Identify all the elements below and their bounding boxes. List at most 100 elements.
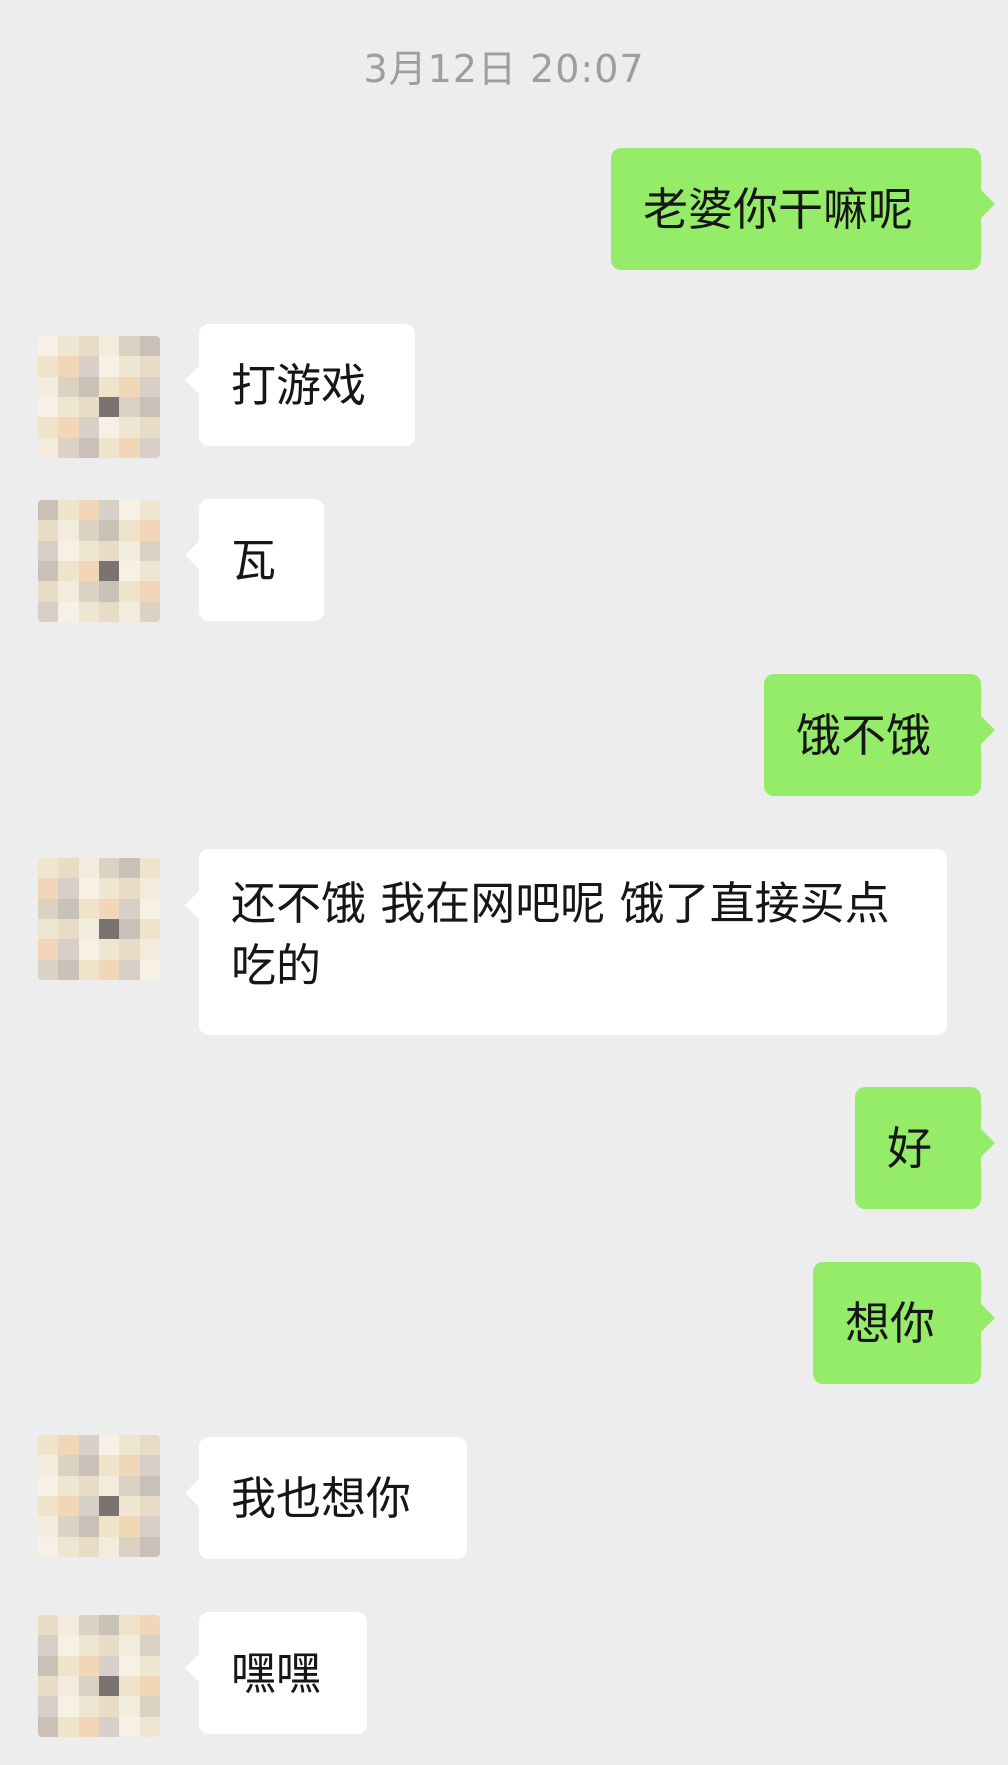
avatar-pixel	[99, 1716, 120, 1737]
avatar-pixel	[78, 581, 99, 602]
avatar-pixel	[78, 1475, 99, 1496]
avatar-pixel	[119, 500, 140, 521]
avatar-pixel	[119, 1716, 140, 1737]
chat-timestamp: 3月12日 20:07	[363, 47, 645, 91]
message-bubble-received[interactable]: 打游戏	[185, 324, 415, 446]
avatar-pixel	[119, 898, 140, 919]
avatar-pixel	[58, 520, 79, 541]
avatar[interactable]	[38, 1615, 160, 1737]
avatar-pixel	[58, 858, 79, 879]
avatar[interactable]	[38, 858, 160, 980]
avatar-pixel	[78, 878, 99, 899]
avatar-pixel	[139, 500, 160, 521]
avatar[interactable]	[38, 1435, 160, 1557]
avatar-pixel	[58, 898, 79, 919]
avatar-pixel	[38, 397, 59, 418]
avatar-pixel	[139, 858, 160, 879]
avatar-pixel	[139, 1475, 160, 1496]
avatar-pixel	[119, 878, 140, 899]
avatar-pixel	[119, 1655, 140, 1676]
avatar-pixel	[139, 898, 160, 919]
avatar-pixel	[58, 356, 79, 377]
message-text: 嘿嘿	[231, 1647, 322, 1700]
avatar-pixel	[99, 959, 120, 980]
avatar-pixel	[119, 397, 140, 418]
avatar-pixel	[139, 1516, 160, 1537]
avatar-pixel	[119, 376, 140, 397]
message-bubble-sent[interactable]: 饿不饿	[764, 674, 995, 796]
avatar-pixel	[119, 601, 140, 622]
avatar-pixel	[99, 1435, 120, 1456]
message-bubble-received[interactable]: 瓦	[185, 499, 324, 621]
avatar-pixel	[119, 520, 140, 541]
avatar[interactable]	[38, 336, 160, 458]
avatar-pixel	[99, 898, 120, 919]
avatar-pixel	[58, 1455, 79, 1476]
avatar[interactable]	[38, 500, 160, 622]
avatar-pixel	[139, 959, 160, 980]
avatar-pixel	[99, 1635, 120, 1656]
avatar-pixel	[139, 1696, 160, 1717]
avatar-pixel	[99, 540, 120, 561]
avatar-pixel	[119, 1536, 140, 1557]
avatar-pixel	[139, 437, 160, 458]
avatar-pixel	[119, 437, 140, 458]
avatar-pixel	[78, 500, 99, 521]
avatar-pixel	[119, 1516, 140, 1537]
avatar-pixel	[38, 1435, 59, 1456]
avatar-pixel	[58, 336, 79, 357]
avatar-pixel	[38, 959, 59, 980]
avatar-pixel	[78, 1536, 99, 1557]
avatar-pixel	[119, 1475, 140, 1496]
message-text: 瓦	[231, 534, 277, 587]
avatar-pixel	[58, 561, 79, 582]
avatar-pixel	[58, 919, 79, 940]
avatar-pixel	[78, 898, 99, 919]
message-bubble-sent[interactable]: 老婆你干嘛呢	[611, 148, 995, 270]
avatar-pixel	[119, 1615, 140, 1636]
avatar-pixel	[38, 356, 59, 377]
avatar-pixel	[78, 336, 99, 357]
avatar-pixel	[58, 417, 79, 438]
avatar-pixel	[119, 1635, 140, 1656]
avatar-pixel	[99, 1696, 120, 1717]
avatar-pixel	[119, 919, 140, 940]
message-bubble-sent[interactable]: 想你	[813, 1262, 995, 1384]
avatar-pixel	[99, 561, 120, 582]
message-bubble-sent[interactable]: 好	[855, 1087, 995, 1209]
message-text: 好	[887, 1122, 933, 1175]
avatar-pixel	[139, 1536, 160, 1557]
avatar-pixel	[58, 878, 79, 899]
avatar-pixel	[38, 1696, 59, 1717]
avatar-pixel	[139, 939, 160, 960]
message-bubble-received[interactable]: 还不饿 我在网吧呢 饿了直接买点吃的	[185, 849, 947, 1035]
avatar-pixel	[99, 1496, 120, 1517]
avatar-pixel	[99, 601, 120, 622]
avatar-pixel	[119, 336, 140, 357]
avatar-pixel	[38, 437, 59, 458]
avatar-pixel	[99, 356, 120, 377]
avatar-pixel	[139, 601, 160, 622]
avatar-pixel	[119, 959, 140, 980]
message-bubble-received[interactable]: 我也想你	[185, 1437, 467, 1559]
avatar-pixel	[119, 1676, 140, 1697]
avatar-pixel	[38, 939, 59, 960]
avatar-pixel	[38, 1475, 59, 1496]
avatar-pixel	[119, 1696, 140, 1717]
avatar-pixel	[38, 858, 59, 879]
avatar-pixel	[119, 858, 140, 879]
avatar-pixel	[38, 336, 59, 357]
message-bubble-received[interactable]: 嘿嘿	[185, 1612, 367, 1734]
avatar-pixel	[99, 878, 120, 899]
avatar-pixel	[38, 1655, 59, 1676]
avatar-pixel	[58, 1696, 79, 1717]
avatar-pixel	[99, 858, 120, 879]
avatar-pixel	[99, 939, 120, 960]
avatar-pixel	[99, 520, 120, 541]
avatar-pixel	[139, 376, 160, 397]
avatar-pixel	[119, 939, 140, 960]
avatar-pixel	[119, 540, 140, 561]
avatar-pixel	[58, 939, 79, 960]
avatar-pixel	[38, 1716, 59, 1737]
avatar-pixel	[58, 437, 79, 458]
